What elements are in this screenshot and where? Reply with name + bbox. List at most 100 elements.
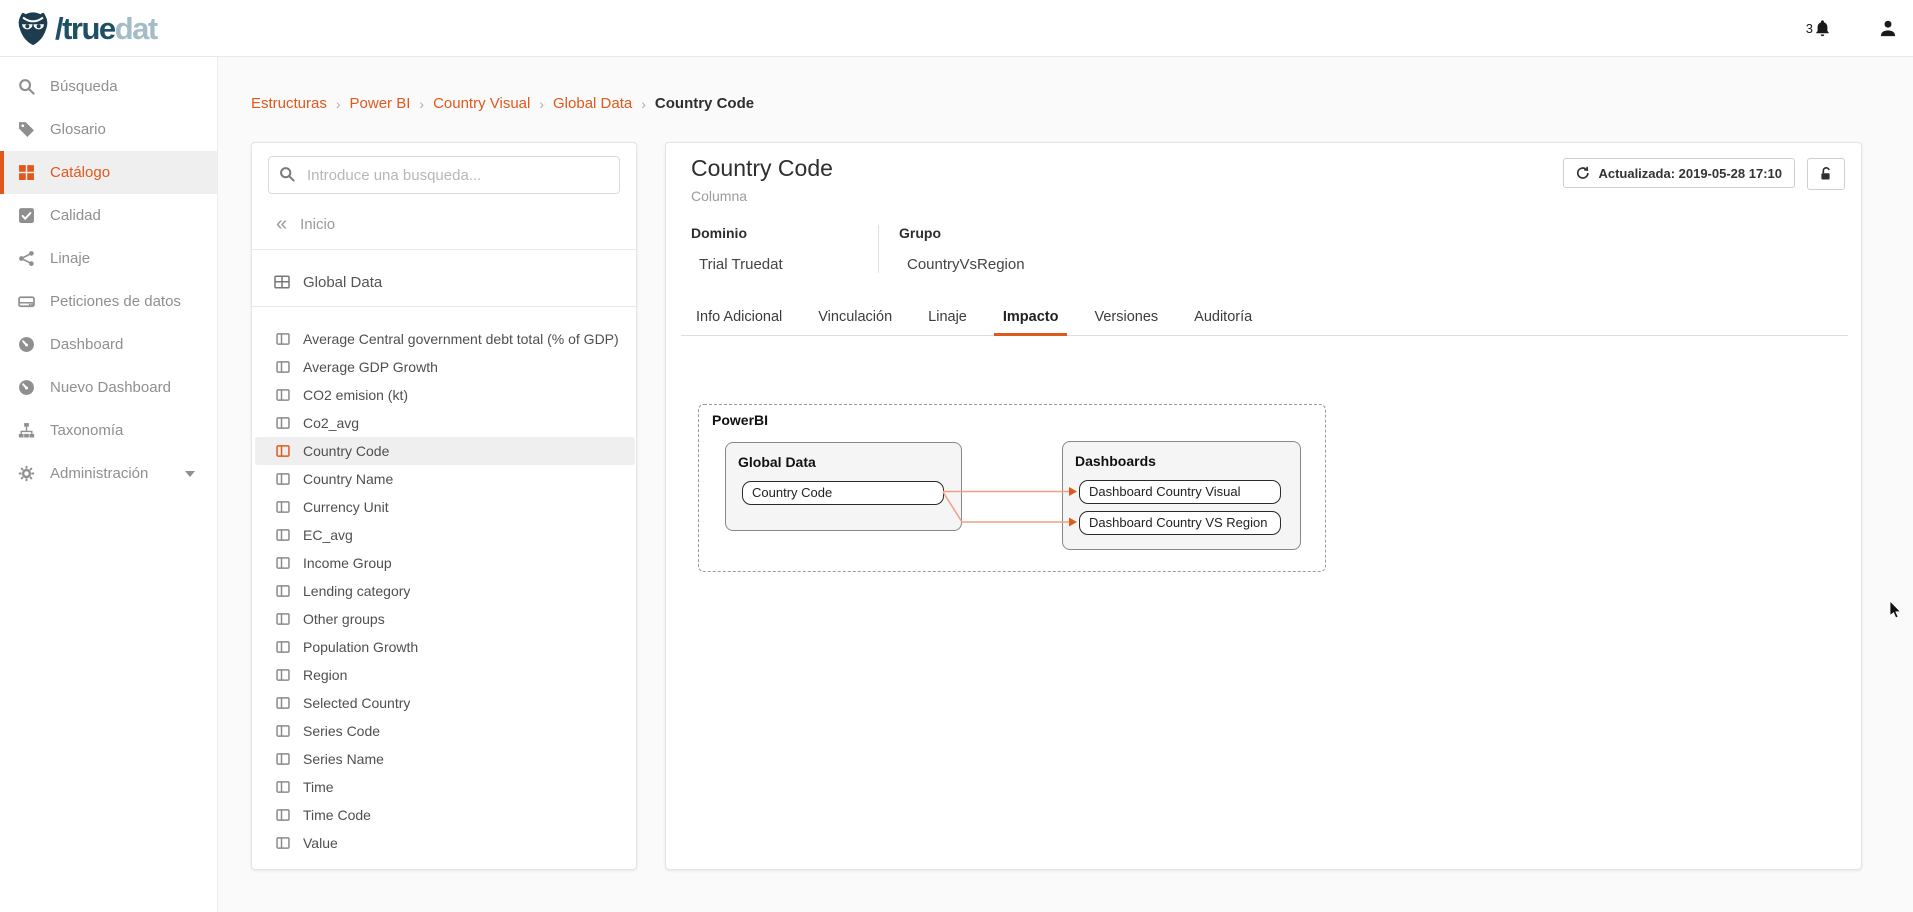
column-list-item[interactable]: Co2_avg bbox=[255, 409, 635, 437]
unlock-button[interactable] bbox=[1807, 158, 1845, 190]
notification-count: 3 bbox=[1806, 21, 1813, 36]
sidebar-item-label: Linaje bbox=[50, 250, 90, 267]
tab-label: Linaje bbox=[928, 309, 967, 325]
columns-icon bbox=[276, 808, 290, 822]
columns-icon bbox=[276, 836, 290, 850]
column-list-item[interactable]: Region bbox=[255, 661, 635, 689]
refresh-icon bbox=[1576, 166, 1590, 180]
columns-icon bbox=[276, 724, 290, 738]
column-list-label: Time bbox=[303, 779, 334, 795]
sidebar-item[interactable]: Administración bbox=[0, 452, 217, 495]
columns-icon bbox=[276, 696, 290, 710]
main-sidebar: Búsqueda Glosario Catálogo Calidad bbox=[0, 57, 218, 912]
column-list-item[interactable]: Population Growth bbox=[255, 633, 635, 661]
updated-label: Actualizada: 2019-05-28 17:10 bbox=[1598, 166, 1782, 181]
column-list-item[interactable]: Series Code bbox=[255, 717, 635, 745]
column-list-item[interactable]: Income Group bbox=[255, 549, 635, 577]
column-list-item[interactable]: EC_avg bbox=[255, 521, 635, 549]
grid-icon bbox=[18, 164, 35, 181]
tab-label: Auditoría bbox=[1194, 309, 1252, 325]
gauge-icon bbox=[18, 336, 35, 353]
breadcrumb-link[interactable]: Estructuras bbox=[251, 95, 327, 112]
search-icon bbox=[18, 78, 35, 95]
structure-type-label: Columna bbox=[691, 188, 747, 204]
column-list-item[interactable]: Currency Unit bbox=[255, 493, 635, 521]
sidebar-item-label: Búsqueda bbox=[50, 78, 118, 95]
breadcrumb-link[interactable]: Power BI bbox=[350, 95, 411, 112]
tab[interactable]: Info Adicional bbox=[681, 301, 797, 335]
column-list-label: Currency Unit bbox=[303, 499, 389, 515]
sidebar-item[interactable]: Linaje bbox=[0, 237, 217, 280]
tab[interactable]: Versiones bbox=[1079, 301, 1173, 335]
column-list-item[interactable]: Time Code bbox=[255, 801, 635, 829]
column-list-item[interactable]: Country Code bbox=[255, 437, 635, 465]
diagram-node[interactable]: Dashboard Country VS Region bbox=[1079, 511, 1281, 535]
sidebar-item[interactable]: Taxonomía bbox=[0, 409, 217, 452]
columns-icon bbox=[276, 416, 290, 430]
refresh-updated-button[interactable]: Actualizada: 2019-05-28 17:10 bbox=[1563, 158, 1795, 188]
column-list-label: EC_avg bbox=[303, 527, 353, 543]
search-icon bbox=[279, 166, 295, 187]
column-list-item[interactable]: Average Central government debt total (%… bbox=[255, 325, 635, 353]
column-list-label: Selected Country bbox=[303, 695, 410, 711]
breadcrumb: Estructuras › Power BI › Country Visual … bbox=[251, 95, 754, 112]
column-list-item[interactable]: Country Name bbox=[255, 465, 635, 493]
breadcrumb-link[interactable]: Country Visual bbox=[433, 95, 530, 112]
column-list-item[interactable]: Other groups bbox=[255, 605, 635, 633]
tab[interactable]: Impacto bbox=[988, 301, 1074, 335]
chevron-down-icon bbox=[185, 471, 195, 477]
sidebar-item-label: Calidad bbox=[50, 207, 101, 224]
diagram-node[interactable]: Dashboard Country Visual bbox=[1079, 480, 1281, 504]
sidebar-item-label: Dashboard bbox=[50, 336, 123, 353]
breadcrumb-link[interactable]: Global Data bbox=[553, 95, 632, 112]
column-list-label: Region bbox=[303, 667, 347, 683]
sidebar-item[interactable]: Peticiones de datos bbox=[0, 280, 217, 323]
structure-root-item[interactable]: Global Data bbox=[252, 264, 636, 300]
column-list-label: Average GDP Growth bbox=[303, 359, 438, 375]
structure-root-label: Global Data bbox=[303, 274, 382, 291]
truedat-logo[interactable]: /truedat bbox=[14, 9, 157, 47]
diagram-node[interactable]: Country Code bbox=[742, 481, 944, 505]
column-list-item[interactable]: Value bbox=[255, 829, 635, 857]
impact-diagram: PowerBI Global Data Country Code Dashboa… bbox=[698, 404, 1326, 572]
columns-icon bbox=[276, 556, 290, 570]
user-menu-button[interactable] bbox=[1879, 19, 1897, 37]
inbox-icon bbox=[18, 293, 35, 310]
breadcrumb-separator: › bbox=[419, 96, 424, 112]
tab[interactable]: Linaje bbox=[913, 301, 982, 335]
sidebar-item[interactable]: Nuevo Dashboard bbox=[0, 366, 217, 409]
sidebar-item[interactable]: Glosario bbox=[0, 108, 217, 151]
breadcrumb-separator: › bbox=[641, 96, 646, 112]
column-list-item[interactable]: Lending category bbox=[255, 577, 635, 605]
columns-icon bbox=[276, 584, 290, 598]
detail-tabs: Info Adicional Vinculación Linaje Impact… bbox=[681, 301, 1848, 336]
diagram-group-label: PowerBI bbox=[712, 412, 768, 428]
column-list-item[interactable]: CO2 emision (kt) bbox=[255, 381, 635, 409]
column-list: Average Central government debt total (%… bbox=[255, 325, 635, 857]
sidebar-item[interactable]: Dashboard bbox=[0, 323, 217, 366]
column-list-item[interactable]: Selected Country bbox=[255, 689, 635, 717]
column-list-label: Country Name bbox=[303, 471, 393, 487]
back-to-home[interactable]: « Inicio bbox=[252, 207, 636, 241]
divider bbox=[252, 306, 636, 307]
sidebar-item[interactable]: Búsqueda bbox=[0, 65, 217, 108]
sidebar-item[interactable]: Catálogo bbox=[0, 151, 217, 194]
column-list-item[interactable]: Time bbox=[255, 773, 635, 801]
search-input[interactable] bbox=[268, 156, 620, 194]
group-label: Grupo bbox=[899, 225, 1198, 241]
sidebar-item[interactable]: Calidad bbox=[0, 194, 217, 237]
column-list-item[interactable]: Average GDP Growth bbox=[255, 353, 635, 381]
column-list-label: Value bbox=[303, 835, 338, 851]
gear-icon bbox=[18, 465, 35, 482]
check-square-icon bbox=[18, 207, 35, 224]
tab[interactable]: Auditoría bbox=[1179, 301, 1267, 335]
tab[interactable]: Vinculación bbox=[803, 301, 907, 335]
breadcrumb-separator: › bbox=[336, 96, 341, 112]
column-list-label: Lending category bbox=[303, 583, 410, 599]
structure-panel: « Inicio Global Data Average Cent bbox=[251, 142, 637, 870]
column-list-item[interactable]: Series Name bbox=[255, 745, 635, 773]
notifications-button[interactable]: 3 bbox=[1806, 20, 1831, 37]
sidebar-item-label: Nuevo Dashboard bbox=[50, 379, 171, 396]
owl-logo-icon bbox=[14, 9, 52, 47]
logo-text: /truedat bbox=[55, 13, 157, 44]
